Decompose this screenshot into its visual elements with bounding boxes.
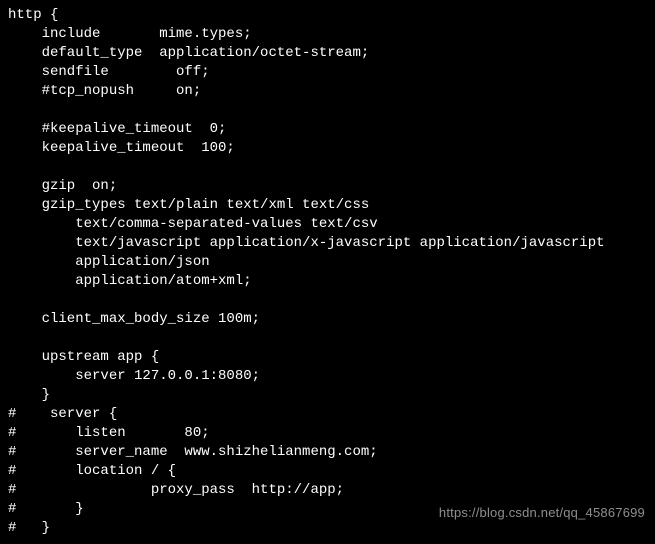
code-line: text/comma-separated-values text/csv [8, 216, 378, 232]
code-line: gzip on; [8, 178, 117, 194]
code-line: # server { [8, 406, 117, 422]
code-line: #tcp_nopush on; [8, 83, 201, 99]
code-line: # server_name www.shizhelianmeng.com; [8, 444, 378, 460]
code-line: application/json [8, 254, 210, 270]
code-line: http { [8, 7, 58, 23]
code-line: # proxy_pass http://app; [8, 482, 344, 498]
code-line: gzip_types text/plain text/xml text/css [8, 197, 369, 213]
code-line: client_max_body_size 100m; [8, 311, 260, 327]
code-line: sendfile off; [8, 64, 210, 80]
code-line: server 127.0.0.1:8080; [8, 368, 260, 384]
code-line: default_type application/octet-stream; [8, 45, 369, 61]
code-line: } [8, 387, 50, 403]
code-line: # location / { [8, 463, 176, 479]
code-line: text/javascript application/x-javascript… [8, 235, 605, 251]
code-line: application/atom+xml; [8, 273, 252, 289]
watermark-text: https://blog.csdn.net/qq_45867699 [439, 503, 645, 522]
code-line: # } [8, 520, 50, 536]
code-line: # } [8, 501, 84, 517]
nginx-config-code: http { include mime.types; default_type … [0, 0, 655, 544]
code-line: upstream app { [8, 349, 159, 365]
code-line: #keepalive_timeout 0; [8, 121, 226, 137]
code-line: keepalive_timeout 100; [8, 140, 235, 156]
code-line: # listen 80; [8, 425, 210, 441]
code-line: include mime.types; [8, 26, 252, 42]
